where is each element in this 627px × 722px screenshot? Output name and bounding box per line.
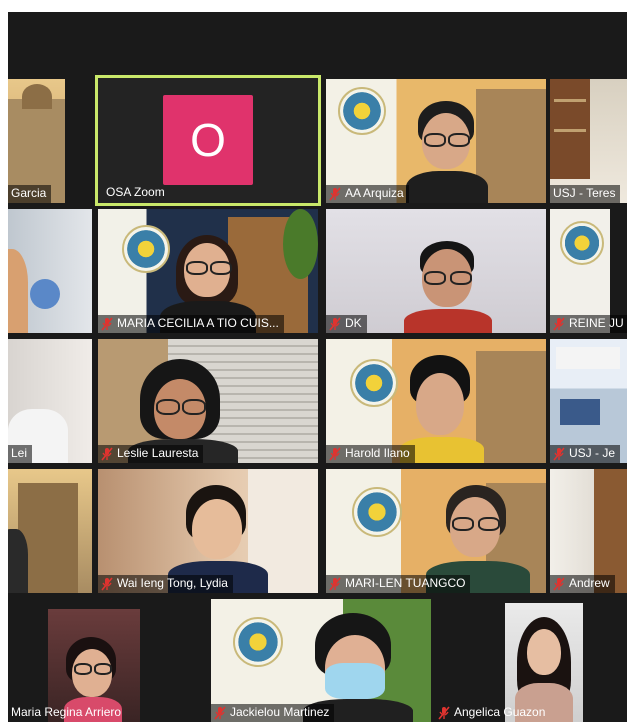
university-seal-icon	[350, 359, 398, 407]
participant-tile[interactable]: AA Arquiza	[326, 79, 546, 203]
participant-name-tag: Harold Ilano	[326, 445, 415, 463]
participant-name-tag: MARIA CECILIA A TIO CUIS...	[98, 315, 284, 333]
participant-name-tag: Lei	[8, 445, 33, 463]
participant-tile-active[interactable]: O OSA Zoom	[95, 75, 321, 206]
participant-name-tag: DK	[326, 315, 367, 333]
participant-name: Wai Ieng Tong, Lydia	[117, 576, 228, 590]
participant-name-tag: Wai Ieng Tong, Lydia	[98, 575, 233, 593]
participant-name-tag: OSA Zoom	[103, 184, 170, 202]
participant-name-tag: Angelica Guazon	[435, 704, 550, 722]
university-seal-icon	[352, 487, 402, 537]
participant-name-tag: REINE JU	[550, 315, 627, 333]
university-seal-icon	[338, 87, 386, 135]
participant-name-tag: Maria Regina Arriero	[8, 704, 126, 722]
participant-name: DK	[345, 316, 362, 330]
participant-name: Andrew	[569, 576, 610, 590]
participant-name: USJ - Je	[569, 446, 616, 460]
participant-tile[interactable]	[8, 209, 92, 333]
participant-name: AA Arquiza	[345, 186, 404, 200]
participant-name: Jackielou Martinez	[230, 705, 330, 719]
microphone-muted-icon	[553, 576, 565, 591]
participant-name: Harold Ilano	[345, 446, 410, 460]
microphone-muted-icon	[329, 446, 341, 461]
microphone-muted-icon	[329, 576, 341, 591]
participant-name: Garcia	[11, 186, 47, 200]
participant-name: Maria Regina Arriero	[11, 705, 122, 719]
microphone-muted-icon	[553, 446, 565, 461]
participant-tile[interactable]: Garcia	[8, 79, 65, 203]
participant-tile[interactable]: Harold Ilano	[326, 339, 546, 463]
participant-name: Lei	[11, 446, 28, 460]
participant-name-tag: Jackielou Martinez	[211, 704, 335, 722]
participant-tile[interactable]: Jackielou Martinez	[211, 599, 431, 722]
participant-name: Angelica Guazon	[454, 705, 546, 719]
participant-name: OSA Zoom	[106, 185, 165, 199]
microphone-muted-icon	[329, 186, 341, 201]
microphone-muted-icon	[101, 446, 113, 461]
university-seal-icon	[560, 221, 604, 265]
participant-name-tag: Leslie Lauresta	[98, 445, 204, 463]
participant-tile[interactable]: Andrew	[550, 469, 627, 593]
participant-name-tag: Andrew	[550, 575, 615, 593]
participant-avatar: O	[163, 95, 253, 185]
microphone-muted-icon	[101, 316, 113, 331]
participant-tile[interactable]: REINE JU	[550, 209, 627, 333]
participant-name-tag: AA Arquiza	[326, 185, 409, 203]
participant-tile[interactable]: Wai Ieng Tong, Lydia	[98, 469, 318, 593]
participant-name: REINE JU	[569, 316, 624, 330]
participant-tile[interactable]: Maria Regina Arriero	[8, 599, 208, 722]
participant-tile[interactable]: DK	[326, 209, 546, 333]
participant-name: MARIA CECILIA A TIO CUIS...	[117, 316, 279, 330]
participant-name: Leslie Lauresta	[117, 446, 199, 460]
microphone-muted-icon	[101, 576, 113, 591]
microphone-muted-icon	[438, 705, 450, 720]
university-seal-icon	[233, 617, 283, 667]
participant-tile[interactable]: Lei	[8, 339, 92, 463]
participant-name-tag: Garcia	[8, 185, 52, 203]
participant-name: USJ - Teres	[553, 186, 616, 200]
participant-name-tag: MARI-LEN TUANGCO	[326, 575, 471, 593]
microphone-muted-icon	[214, 705, 226, 720]
participant-tile[interactable]: USJ - Je	[550, 339, 627, 463]
participant-tile[interactable]: MARIA CECILIA A TIO CUIS...	[98, 209, 318, 333]
gallery-view: Garcia O OSA Zoom AA Arquiza USJ - Teres	[8, 12, 627, 722]
participant-tile[interactable]: Angelica Guazon	[435, 599, 627, 722]
microphone-muted-icon	[329, 316, 341, 331]
participant-name-tag: USJ - Je	[550, 445, 621, 463]
participant-tile[interactable]: MARI-LEN TUANGCO	[326, 469, 546, 593]
participant-name: MARI-LEN TUANGCO	[345, 576, 466, 590]
participant-tile[interactable]	[8, 469, 92, 593]
university-seal-icon	[122, 225, 170, 273]
face-mask	[325, 663, 385, 699]
microphone-muted-icon	[553, 316, 565, 331]
participant-name-tag: USJ - Teres	[550, 185, 621, 203]
participant-tile[interactable]: Leslie Lauresta	[98, 339, 318, 463]
participant-tile[interactable]: USJ - Teres	[550, 79, 627, 203]
